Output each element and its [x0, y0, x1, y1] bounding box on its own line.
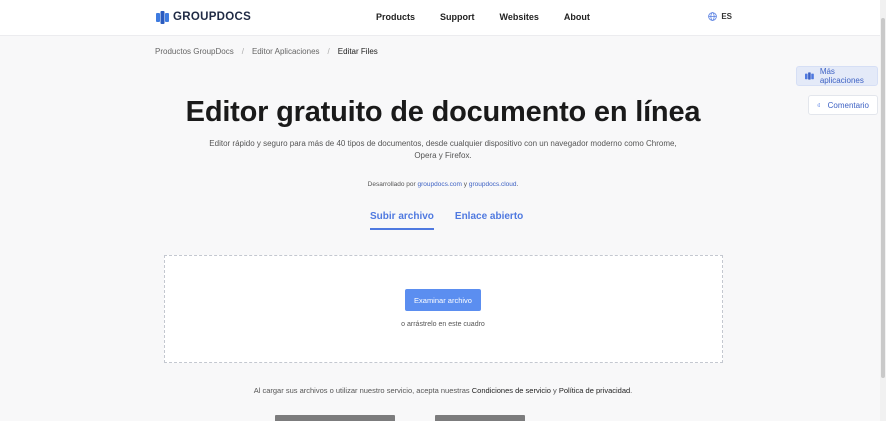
- scrollbar[interactable]: [880, 0, 886, 421]
- breadcrumb-item-products[interactable]: Productos GroupDocs: [155, 47, 234, 56]
- more-apps-label: Más aplicaciones: [819, 67, 864, 85]
- powered-by-prefix: Desarrollado por: [367, 181, 418, 188]
- page-title: Editor gratuito de documento en línea: [185, 96, 701, 128]
- groupdocs-logo[interactable]: GROUPDOCS: [156, 10, 251, 24]
- groupdocs-com-link[interactable]: groupdocs.com: [418, 181, 462, 188]
- terms-and: y: [550, 386, 559, 395]
- breadcrumb-item-editor-apps[interactable]: Editor Aplicaciones: [252, 47, 320, 56]
- nav-websites[interactable]: Websites: [500, 12, 539, 22]
- nav-products[interactable]: Products: [376, 12, 415, 22]
- terms-suffix: .: [630, 386, 633, 395]
- cut-off-text-block: [275, 415, 395, 421]
- breadcrumb-item-current: Editar Files: [337, 47, 378, 56]
- tab-open-link[interactable]: Enlace abierto: [455, 211, 523, 230]
- page-subtitle: Editor rápido y seguro para más de 40 ti…: [209, 139, 677, 160]
- powered-by-text: Desarrollado por groupdocs.com y groupdo…: [0, 181, 886, 188]
- drag-hint: o arrástrelo en este cuadro: [401, 321, 485, 328]
- browse-file-button[interactable]: Examinar archivo: [405, 289, 481, 311]
- main-nav: Products Support Websites About: [376, 12, 590, 22]
- top-header: GROUPDOCS Products Support Websites Abou…: [0, 0, 886, 36]
- nav-support[interactable]: Support: [440, 12, 475, 22]
- language-code: ES: [721, 12, 732, 21]
- powered-by-and: y: [461, 181, 469, 188]
- cut-off-text-block: [435, 415, 525, 421]
- terms-notice: Al cargar sus archivos o utilizar nuestr…: [0, 386, 886, 395]
- language-selector[interactable]: ES: [708, 12, 732, 21]
- logo-text: GROUPDOCS: [173, 11, 252, 23]
- upload-tabs: Subir archivo Enlace abierto: [370, 211, 523, 230]
- privacy-policy-link[interactable]: Política de privacidad: [559, 386, 630, 395]
- globe-icon: [708, 12, 718, 21]
- tab-upload-file[interactable]: Subir archivo: [370, 211, 434, 230]
- breadcrumb: Productos GroupDocs / Editor Aplicacione…: [155, 47, 378, 56]
- groupdocs-logo-icon: [156, 10, 169, 24]
- powered-by-suffix: .: [516, 181, 519, 188]
- nav-about[interactable]: About: [564, 12, 590, 22]
- breadcrumb-separator: /: [241, 47, 244, 56]
- terms-prefix: Al cargar sus archivos o utilizar nuestr…: [253, 386, 472, 395]
- groupdocs-cloud-link[interactable]: groupdocs.cloud: [469, 181, 517, 188]
- more-apps-button[interactable]: Más aplicaciones: [796, 66, 878, 86]
- cut-off-content: [275, 415, 605, 421]
- apps-icon: [805, 72, 814, 80]
- terms-of-service-link[interactable]: Condiciones de servicio: [472, 386, 551, 395]
- breadcrumb-separator: /: [327, 47, 330, 56]
